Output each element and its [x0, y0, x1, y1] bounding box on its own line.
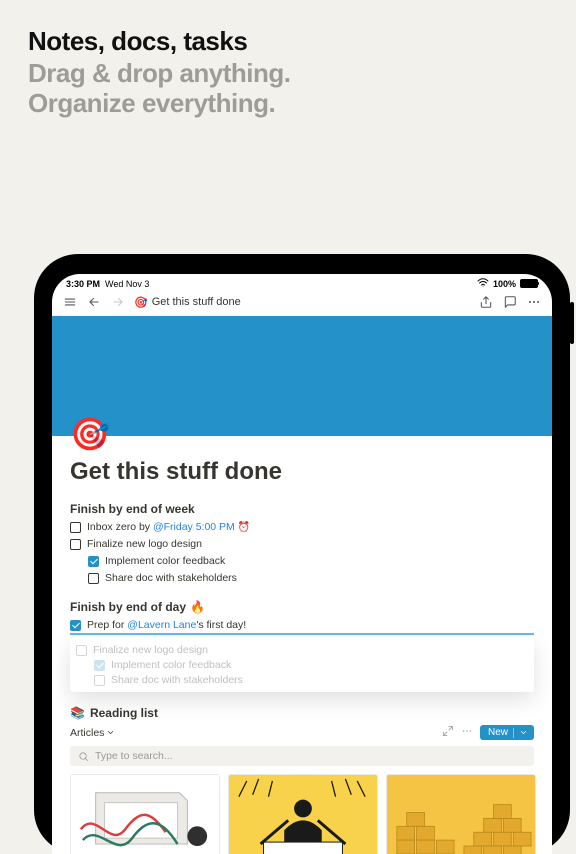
status-time: 3:30 PM: [66, 279, 100, 289]
checkbox[interactable]: [70, 539, 81, 550]
checkbox[interactable]: [94, 660, 105, 671]
books-icon: 📚: [70, 706, 85, 720]
drag-ghost-block[interactable]: Finalize new logo design Implement color…: [70, 637, 534, 692]
forward-button[interactable]: [110, 294, 126, 310]
target-icon: 🎯: [134, 296, 148, 309]
checkbox[interactable]: [94, 675, 105, 686]
expand-icon[interactable]: [442, 725, 454, 740]
db-more-icon[interactable]: [460, 725, 474, 740]
page-title[interactable]: Get this stuff done: [70, 458, 534, 486]
section-heading-week[interactable]: Finish by end of week: [70, 502, 534, 516]
breadcrumb[interactable]: 🎯 Get this stuff done: [134, 296, 241, 309]
screen: 3:30 PM Wed Nov 3 100% 🎯: [52, 274, 552, 854]
tablet-frame: 3:30 PM Wed Nov 3 100% 🎯: [34, 254, 570, 854]
toolbar: 🎯 Get this stuff done: [52, 291, 552, 316]
search-placeholder: Type to search...: [95, 750, 173, 762]
checkbox[interactable]: [70, 522, 81, 533]
back-button[interactable]: [86, 294, 102, 310]
battery-icon: [520, 279, 538, 288]
share-button[interactable]: [478, 294, 494, 310]
checkbox[interactable]: [76, 645, 87, 656]
page-body: 🎯 Get this stuff done Finish by end of w…: [52, 418, 552, 854]
todo-item[interactable]: Share doc with stakeholders: [88, 572, 534, 584]
comments-button[interactable]: [502, 294, 518, 310]
todo-item[interactable]: Inbox zero by @Friday 5:00 PM ⏰: [70, 521, 534, 533]
search-input[interactable]: Type to search...: [70, 746, 534, 766]
todo-item[interactable]: Implement color feedback: [88, 555, 534, 567]
todo-item[interactable]: Prep for @Lavern Lane's first day!: [70, 619, 534, 631]
status-bar: 3:30 PM Wed Nov 3 100%: [52, 274, 552, 291]
battery-percent: 100%: [493, 279, 516, 289]
checkbox[interactable]: [70, 620, 81, 631]
todo-item[interactable]: Finalize new logo design: [70, 538, 534, 550]
view-switcher[interactable]: Articles: [70, 727, 115, 739]
promo-subtitle: Drag & drop anything. Organize everythin…: [28, 59, 548, 119]
database-toolbar: Articles New: [70, 725, 534, 740]
gallery-card[interactable]: [70, 774, 220, 854]
fire-icon: 🔥: [190, 600, 205, 614]
status-date: Wed Nov 3: [105, 279, 149, 289]
promo-title: Notes, docs, tasks: [28, 26, 548, 57]
wifi-icon: [477, 278, 489, 289]
breadcrumb-label: Get this stuff done: [152, 296, 241, 308]
date-mention[interactable]: @Friday 5:00 PM: [153, 521, 235, 533]
gallery-card[interactable]: [386, 774, 536, 854]
gallery-card[interactable]: [228, 774, 378, 854]
reminder-icon: ⏰: [238, 522, 250, 533]
page-icon[interactable]: 🎯: [70, 418, 534, 450]
power-button: [570, 302, 574, 344]
new-button[interactable]: New: [480, 725, 534, 740]
more-button[interactable]: [526, 294, 542, 310]
todo-item[interactable]: Finalize new logo design: [76, 644, 528, 656]
checkbox[interactable]: [88, 573, 99, 584]
todo-item[interactable]: Implement color feedback: [94, 659, 528, 671]
person-mention[interactable]: @Lavern Lane: [127, 619, 196, 631]
database-title[interactable]: 📚 Reading list: [70, 706, 534, 720]
promo-block: Notes, docs, tasks Drag & drop anything.…: [0, 0, 576, 119]
gallery: [70, 774, 534, 854]
section-heading-day[interactable]: Finish by end of day 🔥: [70, 600, 534, 614]
todo-item[interactable]: Share doc with stakeholders: [94, 674, 528, 686]
checkbox[interactable]: [88, 556, 99, 567]
menu-button[interactable]: [62, 294, 78, 310]
